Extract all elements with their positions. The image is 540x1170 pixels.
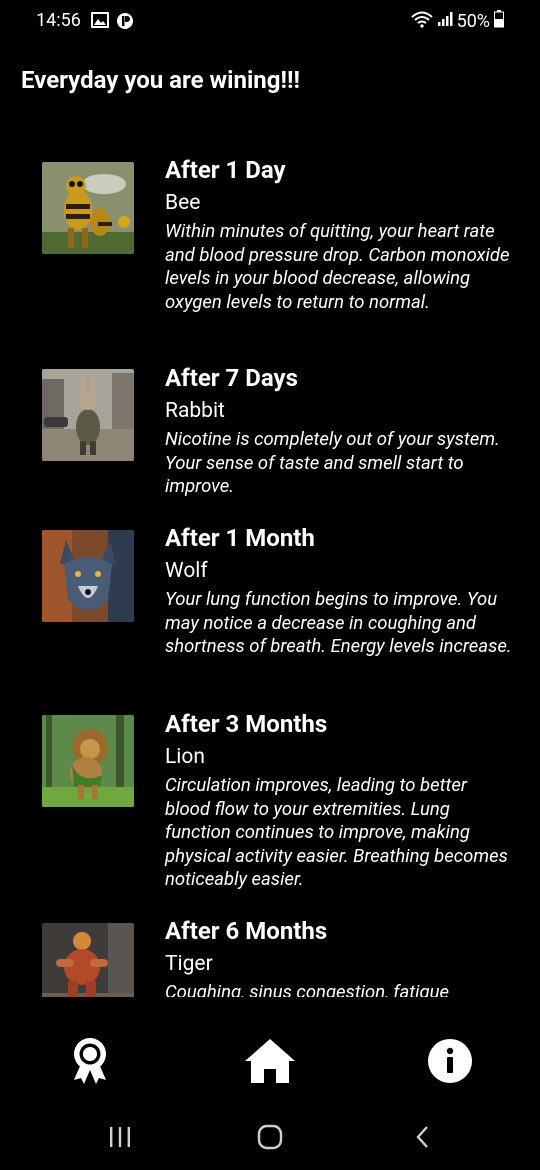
milestone-title: After 1 Day bbox=[165, 156, 286, 184]
rabbit-image bbox=[42, 369, 134, 461]
milestone-description: Coughing, sinus congestion, fatigue bbox=[165, 981, 449, 997]
recent-apps-button[interactable] bbox=[90, 1112, 150, 1166]
achievements-button[interactable] bbox=[50, 1030, 130, 1096]
milestone-animal: Bee bbox=[165, 191, 201, 215]
milestone-title: After 6 Months bbox=[165, 917, 328, 945]
milestone-animal: Wolf bbox=[165, 559, 208, 583]
bee-image bbox=[42, 162, 134, 254]
milestone-list[interactable]: After 1 Day Bee Within minutes of quitti… bbox=[0, 145, 540, 997]
recent-apps-icon bbox=[108, 1126, 132, 1152]
milestone-title: After 1 Month bbox=[165, 524, 315, 552]
status-bar: 14:56 50% bbox=[0, 0, 540, 44]
battery-icon bbox=[494, 10, 504, 33]
milestone-animal: Tiger bbox=[165, 952, 213, 976]
milestone-animal: Rabbit bbox=[165, 399, 225, 423]
wifi-icon bbox=[410, 10, 433, 33]
app-notification-icon bbox=[116, 12, 134, 34]
milestone-description: Within minutes of quitting, your heart r… bbox=[165, 220, 510, 313]
battery-percent: 50% bbox=[456, 11, 490, 32]
milestone-description: Your lung function begins to improve. Yo… bbox=[165, 588, 512, 658]
back-icon bbox=[414, 1125, 430, 1153]
milestone-description: Circulation improves, leading to better … bbox=[165, 774, 508, 891]
system-back-button[interactable] bbox=[392, 1112, 452, 1166]
home-icon bbox=[243, 1037, 297, 1089]
status-time: 14:56 bbox=[36, 10, 81, 31]
info-icon bbox=[428, 1039, 472, 1087]
milestone-title: After 3 Months bbox=[165, 710, 328, 738]
milestone-description: Nicotine is completely out of your syste… bbox=[165, 428, 500, 498]
home-button[interactable] bbox=[230, 1030, 310, 1096]
info-button[interactable] bbox=[410, 1030, 490, 1096]
page-title: Everyday you are wining!!! bbox=[21, 66, 300, 94]
system-navigation bbox=[0, 1112, 540, 1166]
home-circle-icon bbox=[257, 1124, 283, 1154]
tiger-image bbox=[42, 923, 134, 997]
milestone-animal: Lion bbox=[165, 745, 205, 769]
system-home-button[interactable] bbox=[240, 1112, 300, 1166]
award-icon bbox=[71, 1036, 109, 1090]
signal-icon bbox=[437, 11, 453, 32]
wolf-image bbox=[42, 530, 134, 622]
lion-image bbox=[42, 715, 134, 807]
bottom-navigation bbox=[0, 1030, 540, 1096]
milestone-title: After 7 Days bbox=[165, 364, 298, 392]
gallery-icon bbox=[91, 12, 109, 34]
